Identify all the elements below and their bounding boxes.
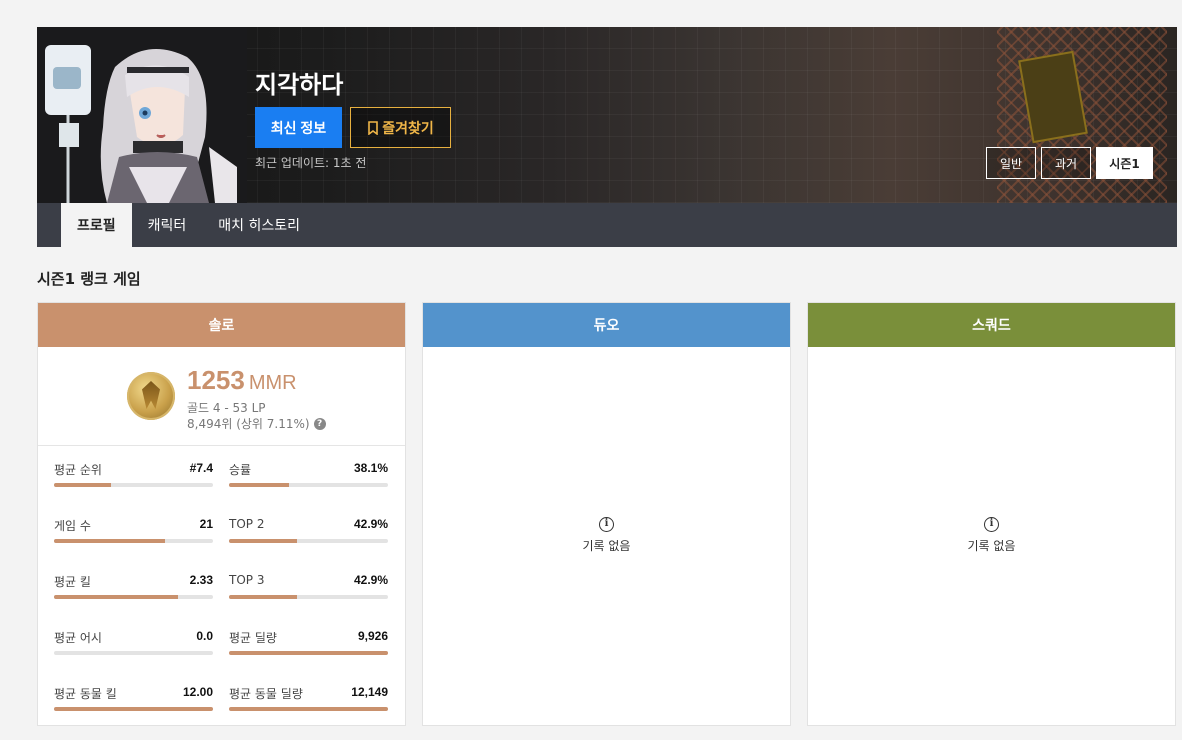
solo-rank-summary: 1253 MMR 골드 4 - 53 LP 8,494위 (상위 7.11%) ?	[38, 347, 405, 446]
stat-item: 평균 동물 딜량 12,149	[229, 685, 388, 740]
stat-item: TOP 3 42.9%	[229, 573, 388, 629]
refresh-latest-button[interactable]: 최신 정보	[255, 107, 342, 148]
duo-header: 듀오	[423, 303, 790, 347]
rank-text: 8,494위 (상위 7.11%)	[187, 417, 310, 431]
stat-label: 게임 수	[54, 519, 91, 533]
stat-label: 평균 순위	[54, 463, 102, 477]
stat-label: 평균 딜량	[229, 631, 277, 645]
stat-label: 평균 동물 딜량	[229, 687, 303, 701]
stat-bar	[54, 539, 213, 543]
stat-value: 38.1%	[353, 461, 388, 475]
stat-value: 9,926	[357, 629, 388, 643]
tab-match-history[interactable]: 매치 히스토리	[202, 203, 316, 247]
info-icon: i	[984, 517, 999, 532]
stat-value: 2.33	[189, 573, 213, 587]
stat-label: 평균 어시	[54, 631, 102, 645]
stat-bar-fill	[229, 707, 388, 711]
stat-value: 42.9%	[353, 517, 388, 531]
stat-item: 평균 동물 킬 12.00	[54, 685, 213, 740]
stat-value: 12.00	[182, 685, 213, 699]
profile-nav: 프로필 캐릭터 매치 히스토리	[37, 203, 1177, 247]
squad-empty-state: i 기록 없음	[808, 517, 1175, 554]
favorite-button[interactable]: 즐겨찾기	[350, 107, 451, 148]
solo-stats-grid: 평균 순위 #7.4 승률 38.1% 게임 수 21 TOP 2 42.9% …	[54, 461, 390, 740]
mmr-unit: MMR	[248, 372, 297, 394]
rank-text-row: 8,494위 (상위 7.11%) ?	[187, 415, 326, 432]
tier-text: 골드 4 - 53 LP	[187, 401, 266, 415]
duo-card: 듀오 i 기록 없음	[422, 302, 791, 726]
mmr-display: 1253 MMR	[187, 365, 297, 396]
tab-profile[interactable]: 프로필	[61, 203, 132, 247]
stat-bar	[54, 707, 213, 711]
stat-value: 42.9%	[353, 573, 388, 587]
stat-bar-fill	[54, 707, 213, 711]
stat-bar-fill	[229, 483, 290, 487]
help-icon[interactable]: ?	[313, 417, 326, 430]
gold-tier-emblem-icon	[127, 372, 175, 420]
season-tabs: 일반 과거 시즌1	[986, 147, 1153, 179]
stat-bar	[54, 595, 213, 599]
info-icon: i	[599, 517, 614, 532]
stat-label: TOP 3	[229, 573, 265, 587]
stat-bar-fill	[54, 539, 166, 543]
stat-item: TOP 2 42.9%	[229, 517, 388, 573]
stat-value: 21	[199, 517, 213, 531]
squad-empty-text: 기록 없음	[967, 539, 1016, 553]
season-tab-past[interactable]: 과거	[1041, 147, 1091, 179]
tab-characters[interactable]: 캐릭터	[132, 203, 203, 247]
duo-empty-text: 기록 없음	[582, 539, 631, 553]
stat-bar	[229, 595, 388, 599]
season-tab-season1[interactable]: 시즌1	[1096, 147, 1153, 179]
stat-bar-fill	[229, 651, 388, 655]
stat-bar	[54, 651, 213, 655]
stat-label: 평균 동물 킬	[54, 687, 117, 701]
stat-bar	[229, 539, 388, 543]
stat-item: 평균 순위 #7.4	[54, 461, 213, 517]
stat-bar-fill	[229, 595, 298, 599]
profile-banner: 지각하다 최신 정보 즐겨찾기 최근 업데이트: 1초 전 일반 과거 시즌1	[37, 27, 1177, 203]
favorite-label: 즐겨찾기	[382, 119, 434, 136]
solo-header: 솔로	[38, 303, 405, 347]
stat-bar-fill	[54, 483, 112, 487]
stat-item: 승률 38.1%	[229, 461, 388, 517]
stat-bar	[229, 651, 388, 655]
section-title: 시즌1 랭크 게임	[37, 270, 141, 288]
duo-empty-state: i 기록 없음	[423, 517, 790, 554]
character-avatar	[37, 27, 247, 203]
stat-value: 12,149	[351, 685, 388, 699]
player-name: 지각하다	[255, 71, 344, 99]
last-updated-text: 최근 업데이트: 1초 전	[255, 156, 367, 170]
squad-card: 스쿼드 i 기록 없음	[807, 302, 1176, 726]
mmr-value: 1253	[187, 365, 245, 395]
stat-item: 평균 킬 2.33	[54, 573, 213, 629]
stat-bar	[229, 483, 388, 487]
stat-item: 평균 딜량 9,926	[229, 629, 388, 685]
stat-bar-fill	[54, 595, 179, 599]
squad-header: 스쿼드	[808, 303, 1175, 347]
stat-label: TOP 2	[229, 517, 265, 531]
stat-item: 게임 수 21	[54, 517, 213, 573]
stat-bar-fill	[229, 539, 298, 543]
stat-value: 0.0	[196, 629, 213, 643]
season-tab-normal[interactable]: 일반	[986, 147, 1036, 179]
stat-bar	[54, 483, 213, 487]
stat-bar	[229, 707, 388, 711]
stat-label: 평균 킬	[54, 575, 91, 589]
solo-card: 솔로 1253 MMR 골드 4 - 53 LP 8,494위 (상위 7.11%…	[37, 302, 406, 726]
stat-value: #7.4	[189, 461, 213, 475]
stat-item: 평균 어시 0.0	[54, 629, 213, 685]
bookmark-icon	[368, 120, 379, 135]
stat-label: 승률	[229, 463, 252, 477]
